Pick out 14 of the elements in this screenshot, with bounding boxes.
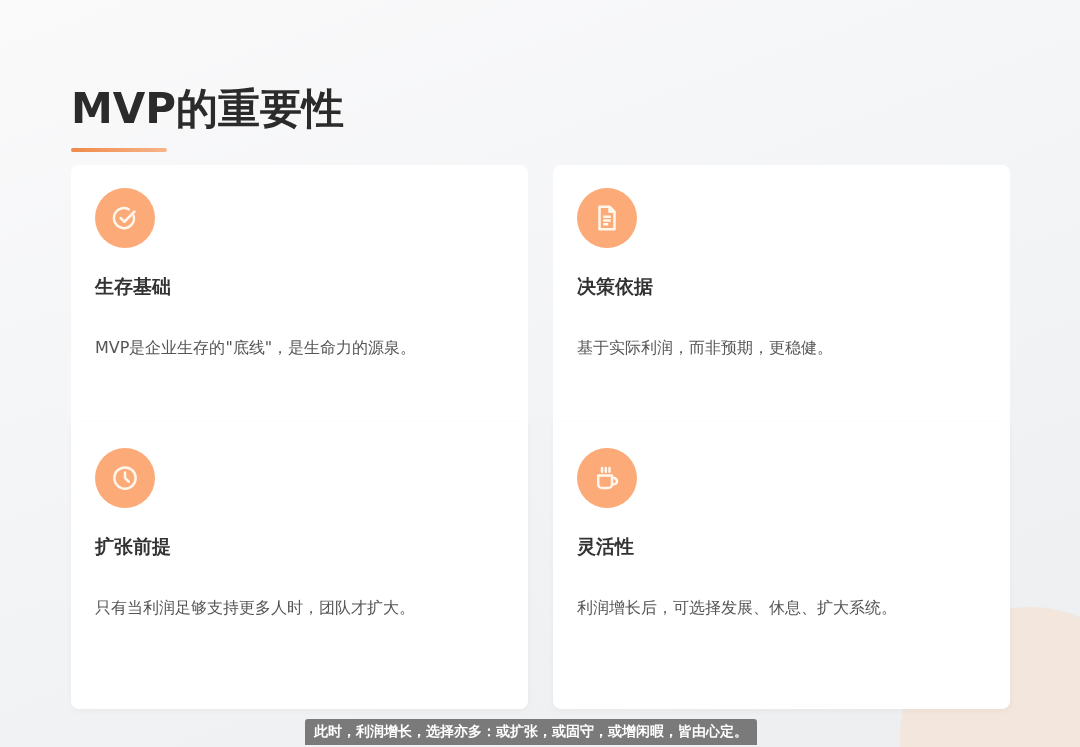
card-text: 基于实际利润，而非预期，更稳健。	[577, 338, 834, 359]
document-icon	[577, 188, 637, 248]
subtitle-caption: 此时，利润增长，选择亦多：或扩张，或固守，或增闲暇，皆由心定。	[305, 719, 757, 745]
card-heading: 决策依据	[577, 274, 653, 299]
card-heading: 灵活性	[577, 534, 634, 559]
check-circle-icon	[95, 188, 155, 248]
card-heading: 生存基础	[95, 274, 171, 299]
card-heading: 扩张前提	[95, 534, 171, 559]
card-text: MVP是企业生存的"底线"，是生命力的源泉。	[95, 338, 418, 359]
card-text: 只有当利润足够支持更多人时，团队才扩大。	[95, 598, 416, 619]
page-title: MVP的重要性	[71, 83, 345, 135]
clock-icon	[95, 448, 155, 508]
card-text: 利润增长后，可选择发展、休息、扩大系统。	[577, 598, 898, 619]
coffee-cup-icon	[577, 448, 637, 508]
